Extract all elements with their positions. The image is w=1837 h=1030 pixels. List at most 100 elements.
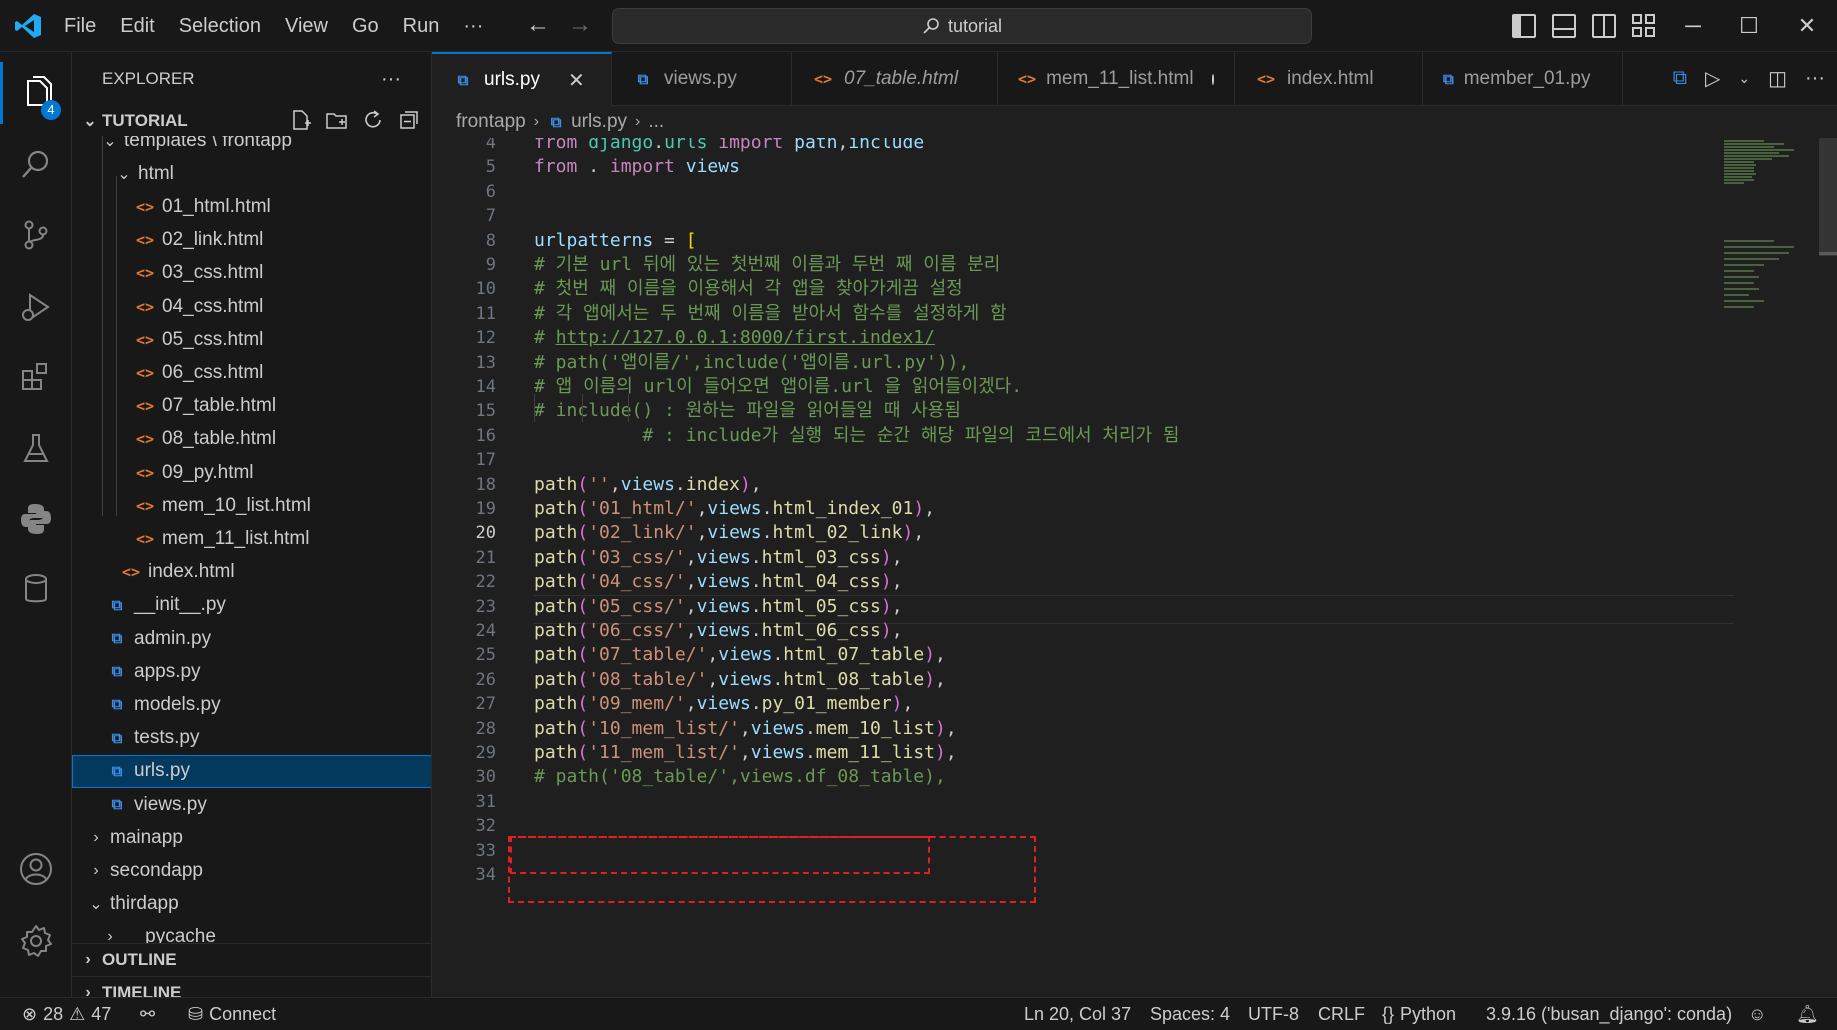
tab-07-table-html[interactable]: <> 07_table.html <box>792 52 998 106</box>
minimap[interactable] <box>1712 138 1822 997</box>
collapse-all-icon[interactable] <box>397 108 421 132</box>
code-line[interactable]: # include() : 원하는 파일을 읽어들일 때 사용됨 <box>534 399 961 423</box>
breadcrumb-symbol[interactable]: ... <box>648 111 664 133</box>
unsaved-dot-icon[interactable] <box>1211 73 1214 85</box>
tab-urls-py[interactable]: ⧉ urls.py ✕ <box>432 52 612 106</box>
tree-file[interactable]: <> 01_html.html <box>72 190 431 223</box>
code-line[interactable]: path('06_css/',views.html_06_css), <box>534 619 903 643</box>
workspace-section-header[interactable]: ⌄ TUTORIAL <box>72 106 431 136</box>
tree-folder[interactable]: › mainapp <box>72 821 431 854</box>
tab-views-py[interactable]: ⧉ views.py <box>612 52 792 106</box>
code-line[interactable]: path('07_table/',views.html_07_table), <box>534 643 946 667</box>
feedback-icon[interactable]: ☺ <box>1748 998 1766 1030</box>
explorer-button[interactable]: 4 <box>0 62 72 124</box>
tab-mem-11-list-html[interactable]: <> mem_11_list.html <box>998 52 1235 106</box>
testing-button[interactable] <box>0 418 72 480</box>
database-button[interactable] <box>0 558 72 620</box>
python-file-icon[interactable]: ⧉ <box>1673 67 1687 90</box>
run-python-file-icon[interactable]: ▷ <box>1705 66 1720 91</box>
code-line[interactable]: path('03_css/',views.html_03_css), <box>534 546 903 570</box>
breadcrumb-folder[interactable]: frontapp <box>456 111 526 133</box>
toggle-panel-icon[interactable] <box>1552 14 1576 38</box>
tree-file[interactable]: <> 02_link.html <box>72 224 431 257</box>
menu-go[interactable]: Go <box>340 0 391 52</box>
tree-folder[interactable]: ⌄ thirdapp <box>72 888 431 921</box>
tree-file[interactable]: ⧉ __init__.py <box>72 589 431 622</box>
tree-file[interactable]: ⧉ apps.py <box>72 655 431 688</box>
ports-indicator[interactable]: ⚯ <box>140 998 155 1030</box>
code-line[interactable]: path('08_table/',views.html_08_table), <box>534 668 946 692</box>
tree-file[interactable]: ⧉ admin.py <box>72 622 431 655</box>
tree-file[interactable]: <> 06_css.html <box>72 356 431 389</box>
tree-file[interactable]: <> 07_table.html <box>72 390 431 423</box>
timeline-section-header[interactable]: › TIMELINE <box>72 976 431 997</box>
menu-edit[interactable]: Edit <box>108 0 166 52</box>
code-line[interactable]: # 앱 이름의 url이 들어오면 앱이름.url 을 읽어들이겠다. <box>534 375 1022 399</box>
more-actions-icon[interactable]: ··· <box>1805 67 1825 90</box>
new-folder-icon[interactable] <box>325 108 349 132</box>
tree-file[interactable]: <> 08_table.html <box>72 423 431 456</box>
notifications-bell-icon[interactable]: 🔔︎ <box>1796 998 1819 1030</box>
code-line[interactable]: path('05_css/',views.html_05_css), <box>534 595 903 619</box>
encoding[interactable]: UTF-8 <box>1248 998 1299 1030</box>
maximize-button[interactable]: ☐ <box>1720 0 1778 52</box>
tree-folder[interactable]: ⌄ templates \ frontapp <box>72 136 431 157</box>
code-line[interactable]: # path('앱이름/',include('앱이름.url.py')), <box>534 351 969 375</box>
code-line[interactable]: path('',views.index), <box>534 473 762 497</box>
connect-button[interactable]: ⛁ Connect <box>188 998 276 1030</box>
back-arrow-icon[interactable]: ← <box>526 12 550 38</box>
forward-arrow-icon[interactable]: → <box>568 12 592 38</box>
menu-more[interactable]: ··· <box>451 0 495 52</box>
search-view-button[interactable] <box>0 134 72 196</box>
code-line[interactable]: from django.urls import path,include <box>534 138 924 155</box>
python-interpreter[interactable]: 3.9.16 ('busan_django': conda) <box>1486 998 1732 1030</box>
menu-selection[interactable]: Selection <box>167 0 273 52</box>
chevron-down-icon[interactable]: ⌄ <box>1738 70 1750 87</box>
code-editor[interactable]: 4 5 6 7 8 9 10 11 12 13 14 15 16 17 18 19 20 21 22 23 24 25 26… <box>432 138 1837 997</box>
tree-file[interactable]: ⧉ views.py <box>72 788 431 821</box>
tree-file[interactable]: ⧉ models.py <box>72 688 431 721</box>
code-line[interactable]: # http://127.0.0.1:8000/first.index1/ <box>534 326 935 350</box>
code-line[interactable]: # 첫번 째 이름을 이용해서 각 앱을 찾아가게끔 설정 <box>534 277 963 301</box>
manage-button[interactable] <box>0 910 72 972</box>
problems-indicator[interactable]: ⊗ 28 ⚠ 47 <box>22 998 111 1030</box>
customize-layout-icon[interactable] <box>1632 14 1656 38</box>
tree-file[interactable]: <> 05_css.html <box>72 323 431 356</box>
code-line[interactable]: path('09_mem/',views.py_01_member), <box>534 692 913 716</box>
tree-file[interactable]: <> 03_css.html <box>72 257 431 290</box>
accounts-button[interactable] <box>0 838 72 900</box>
extensions-button[interactable] <box>0 346 72 408</box>
code-line[interactable]: # : include가 실행 되는 순간 해당 파일의 코드에서 처리가 됨 <box>534 424 1179 448</box>
code-line[interactable]: from . import views <box>534 155 740 179</box>
end-of-line[interactable]: CRLF <box>1318 998 1365 1030</box>
vertical-scrollbar-thumb[interactable] <box>1819 138 1837 256</box>
new-file-icon[interactable] <box>289 108 313 132</box>
code-line[interactable]: path('11_mem_list/',views.mem_11_list), <box>534 741 957 765</box>
tree-file[interactable]: <> mem_11_list.html <box>72 522 431 555</box>
code-line[interactable]: # 각 앱에서는 두 번째 이름을 받아서 함수를 설정하게 함 <box>534 302 1007 326</box>
tree-file[interactable]: <> mem_10_list.html <box>72 489 431 522</box>
code-line[interactable]: # path('08_table/',views.df_08_table), <box>534 765 946 789</box>
explorer-more-actions-button[interactable]: ··· <box>381 68 401 91</box>
menu-view[interactable]: View <box>273 0 340 52</box>
command-center-search[interactable]: tutorial <box>612 8 1312 44</box>
split-editor-icon[interactable]: ◫ <box>1768 66 1787 91</box>
python-button[interactable] <box>0 488 72 550</box>
code-line[interactable]: # 기본 url 뒤에 있는 첫번째 이름과 두번 째 이름 분리 <box>534 253 1000 277</box>
refresh-icon[interactable] <box>361 108 385 132</box>
tree-file[interactable]: <> 09_py.html <box>72 456 431 489</box>
breadcrumb-file[interactable]: urls.py <box>571 111 627 133</box>
tree-file[interactable]: ⧉ urls.py <box>72 754 431 788</box>
indentation[interactable]: Spaces: 4 <box>1150 998 1230 1030</box>
code-line[interactable]: path('01_html/',views.html_index_01), <box>534 497 935 521</box>
run-debug-button[interactable] <box>0 276 72 338</box>
close-window-button[interactable]: ✕ <box>1778 0 1836 52</box>
tree-folder[interactable]: › secondapp <box>72 854 431 887</box>
menu-run[interactable]: Run <box>391 0 452 52</box>
cursor-position[interactable]: Ln 20, Col 37 <box>1024 998 1131 1030</box>
tab-member-01-py[interactable]: ⧉ member_01.py <box>1423 52 1623 106</box>
code-line[interactable]: path('04_css/',views.html_04_css), <box>534 570 903 594</box>
code-line[interactable]: urlpatterns = [ <box>534 229 697 253</box>
tree-file[interactable]: <> 04_css.html <box>72 290 431 323</box>
code-line[interactable]: path('10_mem_list/',views.mem_10_list), <box>534 717 957 741</box>
